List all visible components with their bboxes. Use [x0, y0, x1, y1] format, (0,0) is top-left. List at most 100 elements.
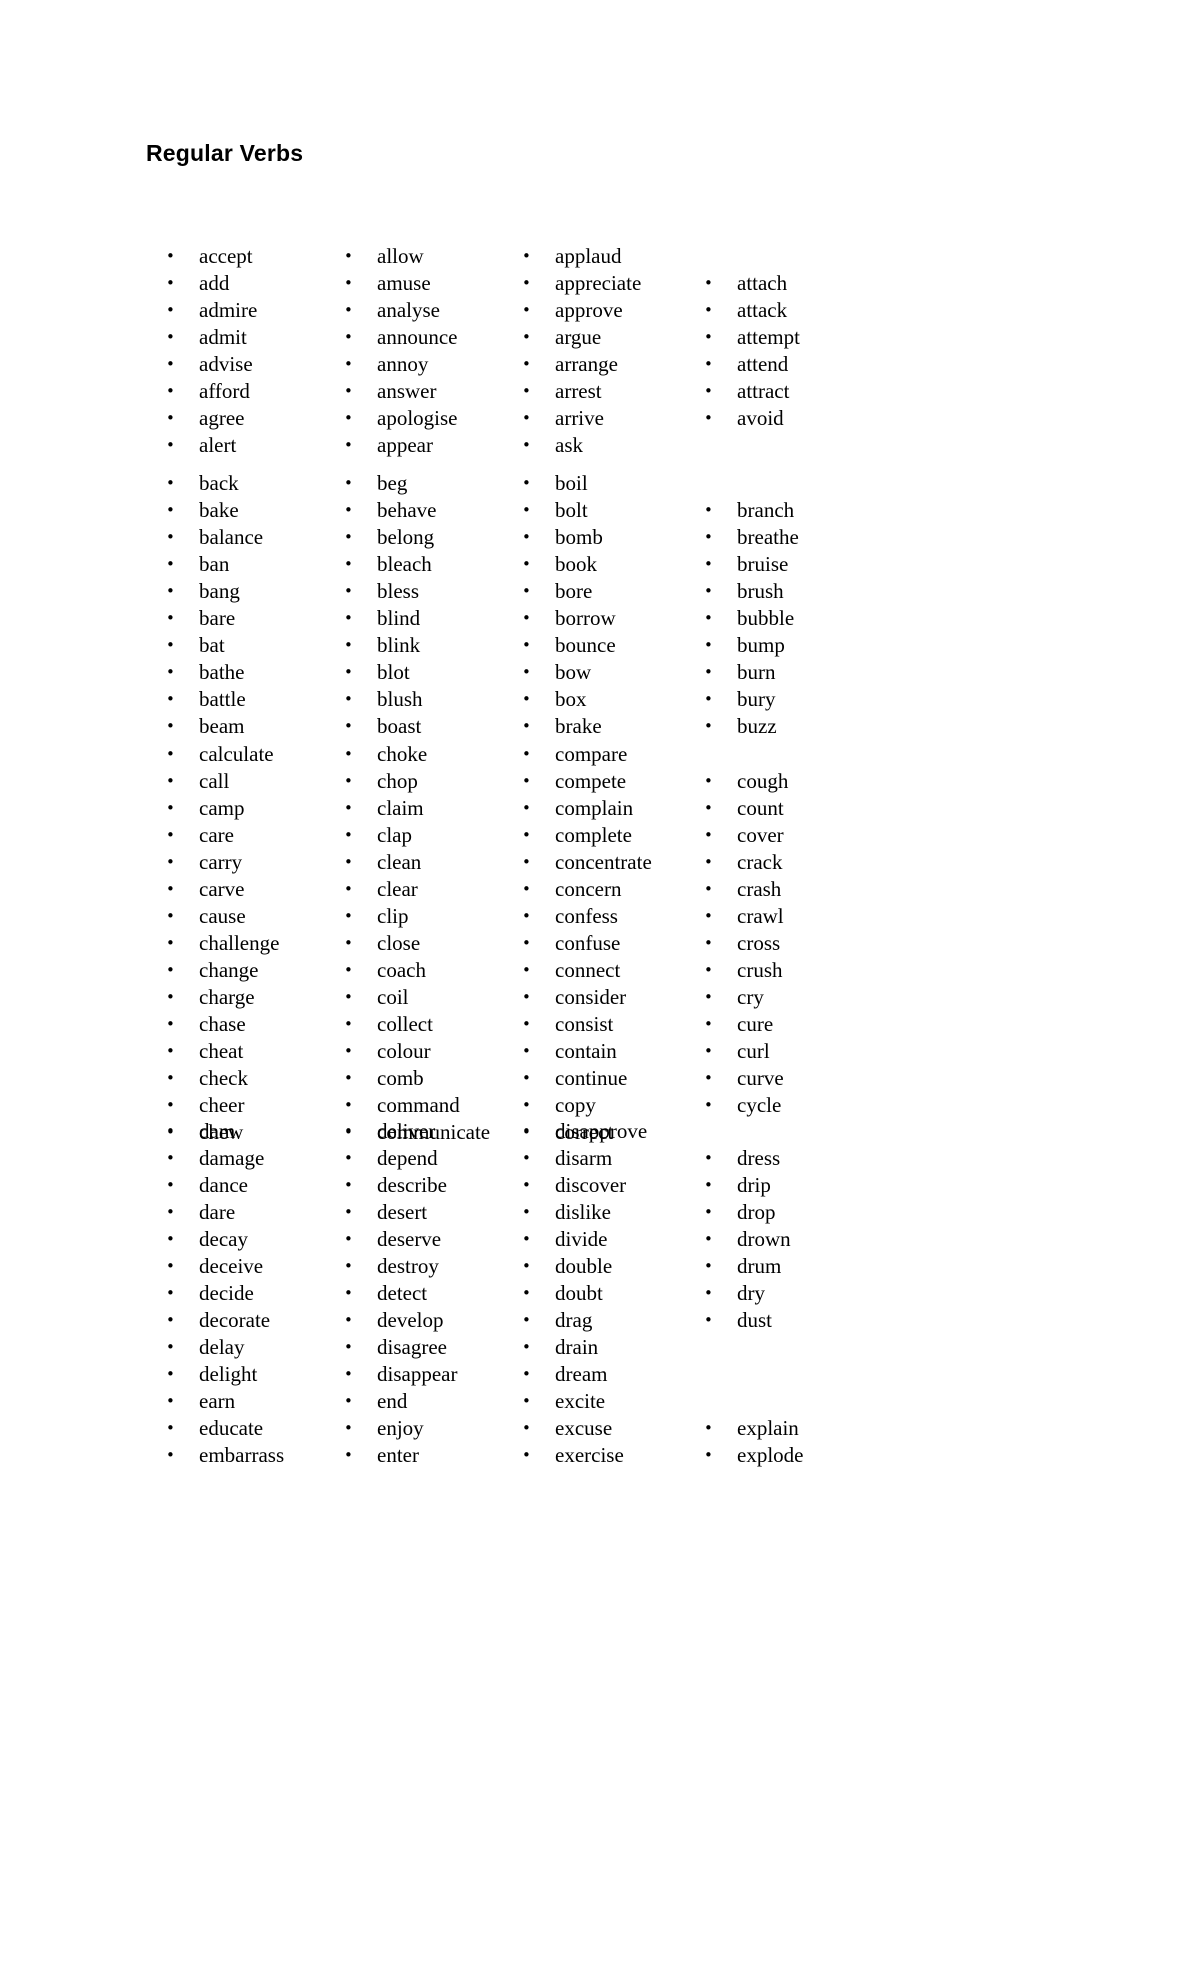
- list-item: • crawl: [704, 903, 914, 930]
- bullet-icon: •: [166, 355, 175, 373]
- verb-label: attend: [737, 352, 789, 376]
- verb-label: cycle: [737, 1093, 782, 1117]
- bullet-icon: •: [166, 799, 175, 817]
- list-item: • appreciate: [522, 270, 732, 297]
- verb-label: carry: [199, 850, 243, 874]
- bullet-icon: •: [704, 690, 713, 708]
- verb-label: compete: [555, 769, 627, 793]
- column-d-4: • dress • drip • drop • drown • drum • dry • dust: [704, 1145, 914, 1334]
- verb-label: drag: [555, 1308, 593, 1332]
- list-item: • call: [166, 768, 366, 795]
- verb-label: consist: [555, 1012, 614, 1036]
- verb-label: exercise: [555, 1443, 624, 1467]
- verb-label: complain: [555, 796, 634, 820]
- bullet-icon: •: [344, 409, 353, 427]
- verb-label: cross: [737, 931, 781, 955]
- verb-label: add: [199, 271, 230, 295]
- bullet-icon: •: [166, 1284, 175, 1302]
- verb-label: boil: [555, 471, 588, 495]
- bullet-icon: •: [522, 1392, 531, 1410]
- verb-label: damage: [199, 1146, 265, 1170]
- list-item: • attend: [704, 351, 914, 378]
- verb-label: apologise: [377, 406, 458, 430]
- verb-label: consider: [555, 985, 627, 1009]
- list-item: • calculate: [166, 741, 366, 768]
- verb-label: contain: [555, 1039, 617, 1063]
- list-item: • drop: [704, 1199, 914, 1226]
- verb-column-group: • calculate • call • camp • care • carry • carve • ca…: [0, 741, 1200, 1146]
- list-item: • crush: [704, 957, 914, 984]
- verb-label: claim: [377, 796, 424, 820]
- verb-label: admit: [199, 325, 247, 349]
- list-item: • ask: [522, 432, 732, 459]
- verb-label: afford: [199, 379, 250, 403]
- list-item: • beam: [166, 713, 366, 740]
- list-item: • bathe: [166, 659, 366, 686]
- bullet-icon: •: [344, 501, 353, 519]
- bullet-icon: •: [166, 690, 175, 708]
- bullet-icon: •: [522, 1365, 531, 1383]
- bullet-icon: •: [522, 1176, 531, 1194]
- list-item: • enter: [344, 1442, 544, 1469]
- verb-label: cheat: [199, 1039, 244, 1063]
- verb-label: clip: [377, 904, 409, 928]
- bullet-icon: •: [704, 1096, 713, 1114]
- bullet-icon: •: [166, 1446, 175, 1464]
- list-item: • bare: [166, 605, 366, 632]
- bullet-icon: •: [522, 1096, 531, 1114]
- list-item: • alert: [166, 432, 366, 459]
- verb-label: concern: [555, 877, 622, 901]
- bullet-icon: •: [344, 1365, 353, 1383]
- bullet-icon: •: [704, 501, 713, 519]
- list-item: • dry: [704, 1280, 914, 1307]
- verb-label: dress: [737, 1146, 781, 1170]
- bullet-icon: •: [166, 1096, 175, 1114]
- verb-label: burn: [737, 660, 776, 684]
- list-item: • explode: [704, 1442, 914, 1469]
- list-item: • curl: [704, 1038, 914, 1065]
- list-item: • contain: [522, 1038, 732, 1065]
- bullet-icon: •: [344, 934, 353, 952]
- verb-label: accept: [199, 244, 253, 268]
- column-b-2: • beg • behave • belong • bleach • bless • blind • bl…: [344, 470, 544, 740]
- column-e-3: • excite • excuse • exercise: [522, 1388, 732, 1469]
- verb-label: curve: [737, 1066, 784, 1090]
- bullet-icon: •: [166, 1042, 175, 1060]
- verb-label: bathe: [199, 660, 245, 684]
- list-item: • arrest: [522, 378, 732, 405]
- bullet-icon: •: [344, 1338, 353, 1356]
- verb-label: arrange: [555, 352, 618, 376]
- verb-label: educate: [199, 1416, 264, 1440]
- bullet-icon: •: [522, 745, 531, 763]
- verb-label: confess: [555, 904, 618, 928]
- verb-label: dislike: [555, 1200, 611, 1224]
- list-item: • boast: [344, 713, 544, 740]
- verb-label: applaud: [555, 244, 622, 268]
- bullet-icon: •: [344, 1122, 353, 1140]
- verb-label: bore: [555, 579, 593, 603]
- list-item: • blot: [344, 659, 544, 686]
- list-item: • concern: [522, 876, 732, 903]
- verb-label: cause: [199, 904, 246, 928]
- list-item: • destroy: [344, 1253, 544, 1280]
- verb-label: count: [737, 796, 784, 820]
- bullet-icon: •: [704, 1203, 713, 1221]
- bullet-icon: •: [704, 1069, 713, 1087]
- verb-list: • earn • educate • embarrass: [166, 1388, 366, 1469]
- list-item: • bang: [166, 578, 366, 605]
- verb-label: challenge: [199, 931, 280, 955]
- column-d-3: • disapprove • disarm • discover • dislike • divi…: [522, 1118, 732, 1388]
- verb-label: drown: [737, 1227, 791, 1251]
- verb-list: • beg • behave • belong • bleach • bless • blind • bl…: [344, 470, 544, 740]
- list-item: • dam: [166, 1118, 366, 1145]
- verb-list: • calculate • call • camp • care • carry • carve • ca…: [166, 741, 366, 1146]
- verb-label: drip: [737, 1173, 771, 1197]
- bullet-icon: •: [522, 409, 531, 427]
- verb-label: arrive: [555, 406, 604, 430]
- bullet-icon: •: [344, 1203, 353, 1221]
- column-c-3: • compare • compete • complain • complete • conce…: [522, 741, 732, 1146]
- bullet-icon: •: [522, 1311, 531, 1329]
- verb-label: describe: [377, 1173, 447, 1197]
- bullet-icon: •: [522, 1042, 531, 1060]
- bullet-icon: •: [522, 1257, 531, 1275]
